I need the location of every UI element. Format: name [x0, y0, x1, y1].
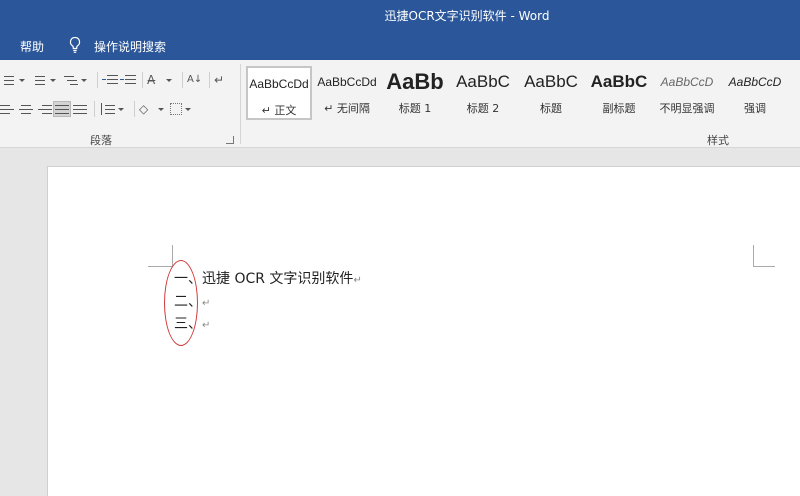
decrease-indent-icon[interactable]	[102, 73, 118, 87]
style-title[interactable]: AaBbC 标题	[518, 66, 584, 120]
distributed-icon[interactable]	[72, 102, 88, 116]
annotation-ellipse	[164, 260, 198, 346]
window-title: 迅捷OCR文字识别软件 - Word	[384, 9, 550, 23]
menu-bar: 帮助 操作说明搜索	[0, 30, 800, 60]
style-heading-2[interactable]: AaBbC 标题 2	[450, 66, 516, 120]
increase-indent-icon[interactable]	[120, 73, 136, 87]
bullets-icon[interactable]	[0, 73, 16, 87]
align-right-icon[interactable]	[36, 102, 52, 116]
chevron-down-icon[interactable]	[118, 107, 124, 111]
shading-icon[interactable]: ◇	[139, 102, 155, 116]
ribbon: A̶ A↓ ↵ ◇ 段落 AaBbCcDd ↵ 正文 AaBbCcDd ↵ 无间…	[0, 60, 800, 148]
paragraph-group-label: 段落	[90, 134, 112, 147]
justify-icon[interactable]	[53, 101, 71, 117]
borders-icon[interactable]	[170, 103, 182, 115]
chevron-down-icon[interactable]	[158, 107, 164, 111]
style-no-spacing[interactable]: AaBbCcDd ↵ 无间隔	[314, 66, 380, 120]
style-normal[interactable]: AaBbCcDd ↵ 正文	[246, 66, 312, 120]
paragraph-mark: ↵	[202, 298, 211, 309]
tell-me-search[interactable]: 操作说明搜索	[94, 38, 166, 55]
style-emphasis[interactable]: AaBbCcD 强调	[722, 66, 788, 120]
title-bar: 迅捷OCR文字识别软件 - Word	[0, 0, 800, 30]
chevron-down-icon[interactable]	[185, 107, 191, 111]
styles-group-label: 样式	[707, 134, 729, 147]
paragraph-toolbar-row-2: ◇	[0, 99, 197, 119]
chevron-down-icon[interactable]	[166, 78, 172, 82]
align-center-icon[interactable]	[18, 102, 34, 116]
dialog-launcher-icon[interactable]	[226, 136, 234, 144]
paragraph-toolbar-row-1: A̶ A↓ ↵	[0, 70, 232, 90]
document-line[interactable]: 一、迅捷 OCR 文字识别软件↵	[174, 268, 362, 288]
lightbulb-icon[interactable]	[68, 36, 82, 54]
chevron-down-icon[interactable]	[19, 78, 25, 82]
style-subtle-emphasis[interactable]: AaBbCcD 不明显强调	[654, 66, 720, 120]
style-heading-1[interactable]: AaBb 标题 1	[382, 66, 448, 120]
document-page[interactable]: 一、迅捷 OCR 文字识别软件↵ 二、↵ 三、↵	[47, 166, 800, 496]
tab-help[interactable]: 帮助	[20, 38, 44, 55]
style-subtitle[interactable]: AaBbC 副标题	[586, 66, 652, 120]
paragraph-mark: ↵	[353, 275, 362, 286]
chevron-down-icon[interactable]	[50, 78, 56, 82]
numbering-icon[interactable]	[31, 73, 47, 87]
multilevel-list-icon[interactable]	[62, 73, 78, 87]
sort-icon[interactable]: A↓	[187, 73, 203, 87]
document-area: 一、迅捷 OCR 文字识别软件↵ 二、↵ 三、↵	[0, 149, 800, 496]
line-spacing-icon[interactable]	[99, 102, 115, 116]
show-marks-icon[interactable]: ↵	[214, 73, 230, 87]
asian-layout-icon[interactable]: A̶	[147, 73, 163, 87]
chevron-down-icon[interactable]	[81, 78, 87, 82]
paragraph-mark: ↵	[202, 320, 211, 331]
align-left-icon[interactable]	[0, 102, 16, 116]
